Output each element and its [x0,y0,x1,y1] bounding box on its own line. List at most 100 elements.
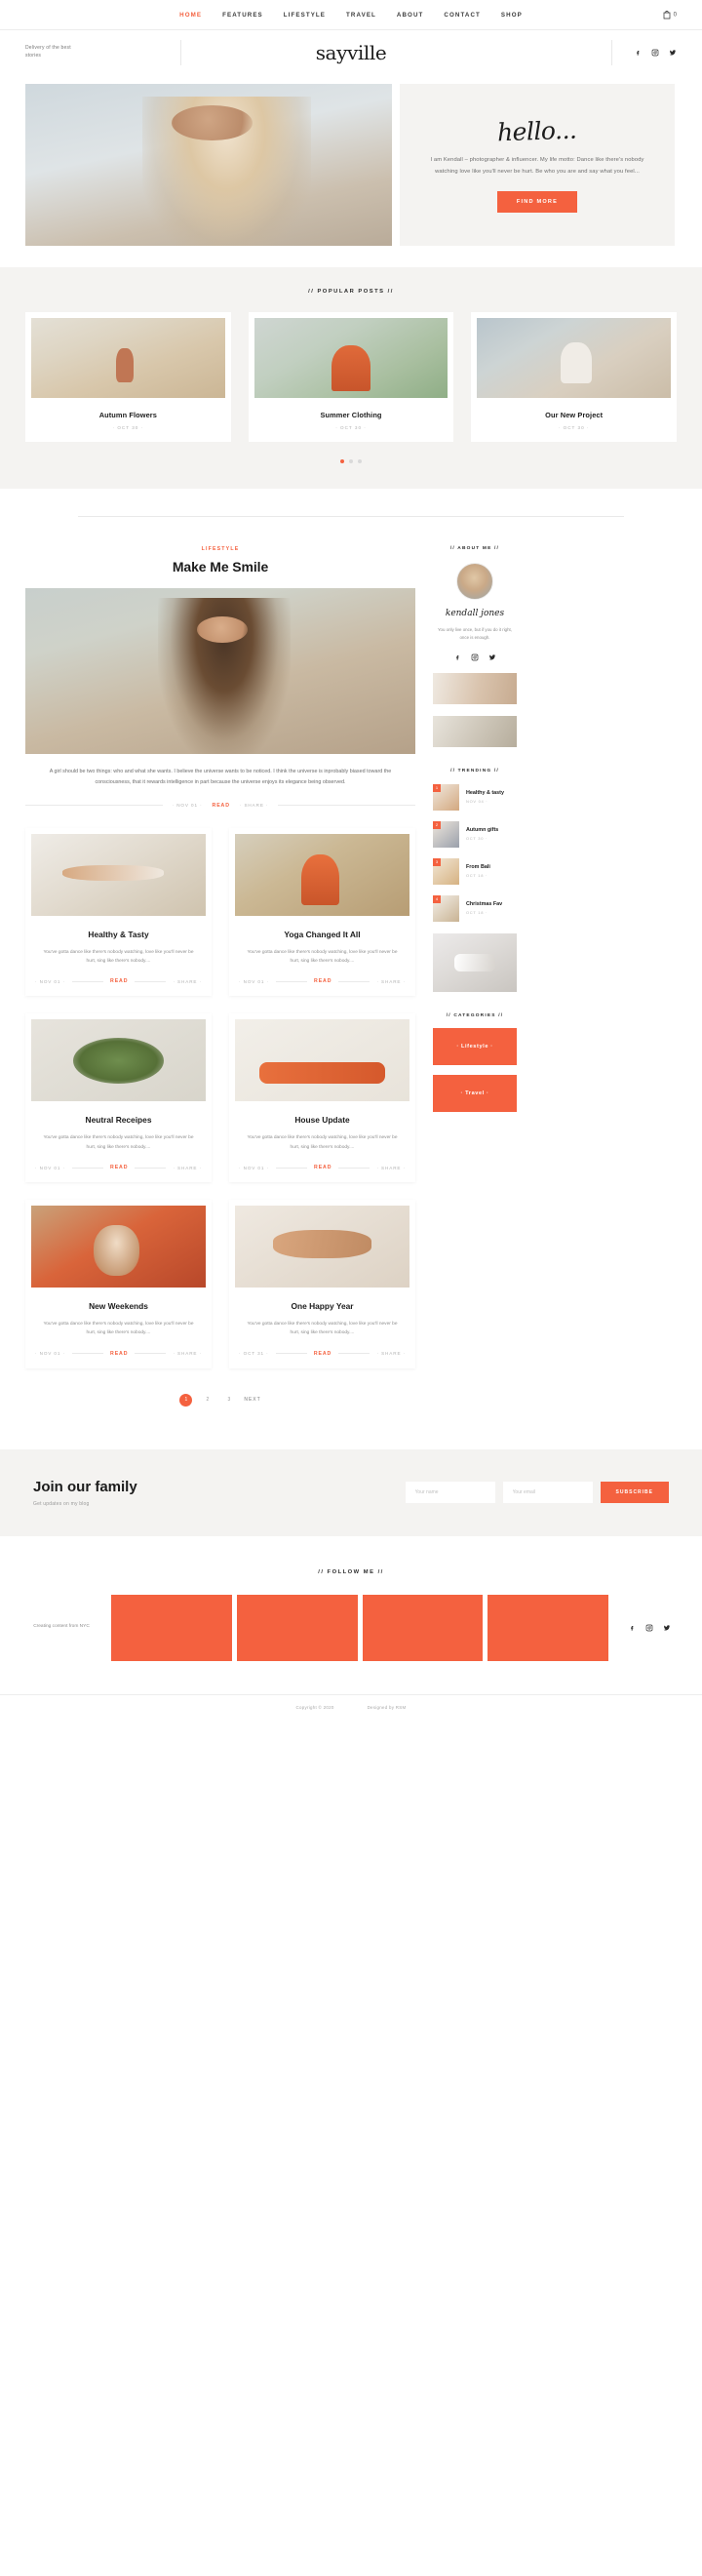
trending-item[interactable]: 1 Healthy & tasty NOV 04 · [433,783,517,811]
instagram-row: Creating content from NYC [0,1594,702,1661]
meta-rule-left [25,805,163,807]
page-1[interactable]: 1 [179,1393,193,1407]
page-3[interactable]: 3 [222,1394,235,1407]
trending-title: From Bali [466,864,490,871]
post-card-share[interactable]: · SHARE · [173,1166,202,1170]
follow-section: // FOLLOW ME // Creating content from NY… [0,1536,702,1661]
carousel-dot-1[interactable] [340,459,344,463]
site-logo[interactable]: sayville [0,41,702,64]
trending-date: OCT 18 · [466,873,488,879]
meta-rule [135,980,167,982]
post-card-title: One Happy Year [291,1301,354,1312]
trending-text: Autumn gifts OCT 30 · [466,827,498,841]
facebook-icon[interactable] [628,1624,636,1632]
post-card-image [235,1019,410,1102]
post-card-read[interactable]: READ [110,1351,128,1357]
meta-rule [135,1167,167,1169]
nav-item-about[interactable]: ABOUT [397,12,424,19]
nav-item-home[interactable]: HOME [179,12,202,19]
popular-post-card[interactable]: Our New Project · OCT 30 · [471,312,678,442]
post-card[interactable]: House Update You've gotta dance like the… [229,1013,415,1183]
hero-section: hello... I am Kendall – photographer & i… [0,74,702,246]
post-card-excerpt: You've gotta dance like there's nobody w… [247,949,398,965]
categories-label: // CATEGORIES // [446,1012,504,1018]
post-card-date: · NOV 01 · [239,978,269,984]
instagram-tile[interactable] [362,1594,484,1661]
post-card-read[interactable]: READ [110,1165,128,1170]
trending-item[interactable]: 4 Christmas Fav OCT 18 · [433,894,517,922]
featured-category[interactable]: LIFESTYLE [25,546,415,552]
nav-item-shop[interactable]: SHOP [501,12,523,19]
post-card-read[interactable]: READ [314,1165,332,1170]
post-card-meta: · OCT 31 · READ · SHARE · [235,1351,410,1357]
meta-rule [71,1167,104,1169]
instagram-tile[interactable] [488,1594,608,1661]
featured-share-link[interactable]: · SHARE · [240,803,269,808]
nav-item-features[interactable]: FEATURES [222,12,263,19]
post-card-read[interactable]: READ [110,978,128,984]
hero-text-panel: hello... I am Kendall – photographer & i… [400,84,675,246]
post-card-read[interactable]: READ [314,1351,332,1357]
popular-posts-label: // POPULAR POSTS // [308,289,394,295]
instagram-tile[interactable] [236,1594,358,1661]
shopping-bag-icon [663,10,671,20]
newsletter-section: Join our family Get updates on my blog S… [0,1448,702,1536]
pagination: 1 2 3 NEXT [25,1393,415,1410]
post-card-date: · NOV 01 · [35,1351,65,1357]
nav-item-contact[interactable]: CONTACT [444,12,481,19]
twitter-icon[interactable] [663,1624,671,1632]
trending-item[interactable]: 2 Autumn gifts OCT 30 · [433,820,517,848]
trending-item[interactable]: 3 From Bali OCT 18 · [433,857,517,885]
cart-count: 0 [673,12,677,18]
page-2[interactable]: 2 [201,1394,214,1407]
subscribe-button[interactable]: SUBSCRIBE [600,1482,669,1504]
trending-date: OCT 30 · [466,836,488,842]
post-card[interactable]: Yoga Changed It All You've gotta dance l… [229,827,415,997]
sidebar: // ABOUT ME // kendall jones You only li… [433,546,517,1133]
instagram-tile[interactable] [111,1594,232,1661]
post-card-share[interactable]: · SHARE · [376,979,406,984]
featured-post-title[interactable]: Make Me Smile [25,559,415,575]
post-card[interactable]: One Happy Year You've gotta dance like t… [229,1200,415,1368]
post-card[interactable]: Healthy & Tasty You've gotta dance like … [25,827,212,997]
popular-post-date: · OCT 30 · [335,425,367,430]
carousel-dot-3[interactable] [358,459,362,463]
trending-text: Christmas Fav OCT 18 · [466,901,502,915]
find-more-button[interactable]: FIND MORE [496,190,578,213]
category-lifestyle[interactable]: · Lifestyle · [433,1027,517,1065]
featured-read-link[interactable]: READ [213,803,230,809]
post-card-share[interactable]: · SHARE · [376,1166,406,1170]
trending-date: OCT 18 · [466,910,488,916]
carousel-dot-2[interactable] [349,459,353,463]
newsletter-name-input[interactable] [405,1482,495,1504]
instagram-icon[interactable] [471,654,479,661]
page-next[interactable]: NEXT [244,1397,260,1403]
category-travel[interactable]: · Travel · [433,1074,517,1112]
trending-thumbnail: 4 [433,894,459,922]
popular-post-card[interactable]: Summer Clothing · OCT 30 · [248,312,454,442]
post-card[interactable]: Neutral Receipes You've gotta dance like… [25,1013,212,1183]
trending-text: From Bali OCT 18 · [466,864,490,878]
cart-button[interactable]: 0 [663,10,677,20]
popular-post-card[interactable]: Autumn Flowers · OCT 30 · [25,312,231,442]
post-card-read[interactable]: READ [314,978,332,984]
post-card-share[interactable]: · SHARE · [173,1351,202,1356]
post-card-share[interactable]: · SHARE · [376,1351,406,1356]
instagram-icon[interactable] [645,1624,653,1632]
newsletter-email-input[interactable] [502,1482,593,1504]
post-card-share[interactable]: · SHARE · [173,979,202,984]
trending-text: Healthy & tasty NOV 04 · [466,790,504,804]
follow-socials [622,1624,677,1632]
twitter-icon[interactable] [488,654,496,661]
top-navigation: HOME FEATURES LIFESTYLE TRAVEL ABOUT CON… [0,0,702,30]
facebook-icon[interactable] [453,654,461,661]
meta-rule [338,980,370,982]
post-card-excerpt: You've gotta dance like there's nobody w… [43,1322,194,1336]
carousel-dots [25,459,677,463]
avatar [456,563,493,600]
post-card[interactable]: New Weekends You've gotta dance like the… [25,1200,212,1368]
nav-item-lifestyle[interactable]: LIFESTYLE [284,12,326,19]
post-card-date: · NOV 01 · [35,1165,65,1170]
nav-item-travel[interactable]: TRAVEL [346,12,376,19]
trending-date: NOV 04 · [466,799,488,805]
